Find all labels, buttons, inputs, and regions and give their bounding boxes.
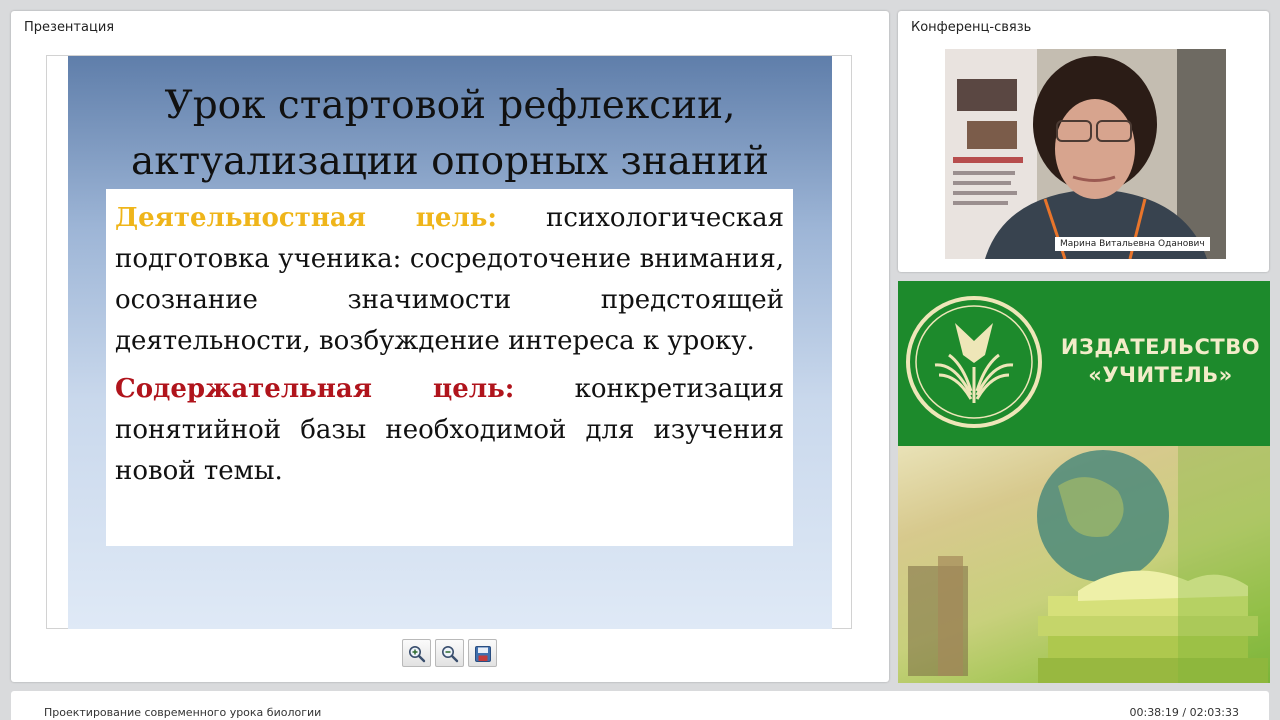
content-goal-label: Содержательная цель:: [115, 374, 515, 404]
slide-title-line-2: актуализации опорных знаний: [131, 139, 769, 184]
presentation-panel-title: Презентация: [24, 20, 115, 35]
zoom-in-button[interactable]: [402, 639, 431, 667]
playback-time: 00:38:19 / 02:03:33: [1129, 706, 1239, 719]
speaker-video-frame: [945, 49, 1226, 259]
activity-goal-paragraph: Деятельностная цель: психологическая под…: [115, 198, 784, 362]
save-button[interactable]: [468, 639, 497, 667]
conference-panel: Конференц-связь Марина Витальевна Оданов…: [898, 11, 1269, 272]
publisher-name: ИЗДАТЕЛЬСТВО «УЧИТЕЛЬ»: [1058, 333, 1263, 389]
activity-goal-label: Деятельностная цель:: [115, 203, 498, 233]
slide: Урок стартовой рефлексии, актуализации о…: [68, 56, 832, 629]
slide-title-line-1: Урок стартовой рефлексии,: [164, 83, 736, 128]
speaker-name-caption: Марина Витальевна Оданович: [1055, 237, 1210, 251]
conference-panel-title: Конференц-связь: [911, 20, 1032, 35]
presentation-panel: Презентация Урок стартовой рефлексии, ак…: [11, 11, 889, 682]
slide-content-box: Деятельностная цель: психологическая под…: [106, 189, 793, 546]
save-icon: [475, 646, 491, 662]
books-and-globe-image: [908, 446, 1270, 683]
publisher-banner: ИЗДАТЕЛЬСТВО «УЧИТЕЛЬ»: [898, 281, 1270, 683]
zoom-out-icon: [442, 646, 459, 663]
speaker-video: Марина Витальевна Оданович: [945, 49, 1226, 259]
zoom-out-button[interactable]: [435, 639, 464, 667]
content-goal-paragraph: Содержательная цель: конкретизация понят…: [115, 369, 784, 492]
publisher-banner-top: ИЗДАТЕЛЬСТВО «УЧИТЕЛЬ»: [898, 281, 1270, 446]
course-title: Проектирование современного урока биолог…: [44, 706, 322, 719]
footer-bar: Проектирование современного урока биолог…: [11, 691, 1269, 720]
publisher-banner-image: [898, 446, 1270, 683]
slide-title: Урок стартовой рефлексии, актуализации о…: [68, 78, 832, 190]
publisher-name-line-2: «УЧИТЕЛЬ»: [1088, 363, 1233, 387]
zoom-in-icon: [409, 646, 426, 663]
publisher-logo-icon: [906, 296, 1042, 428]
slide-viewer: Урок стартовой рефлексии, актуализации о…: [46, 55, 852, 629]
publisher-name-line-1: ИЗДАТЕЛЬСТВО: [1060, 335, 1261, 359]
